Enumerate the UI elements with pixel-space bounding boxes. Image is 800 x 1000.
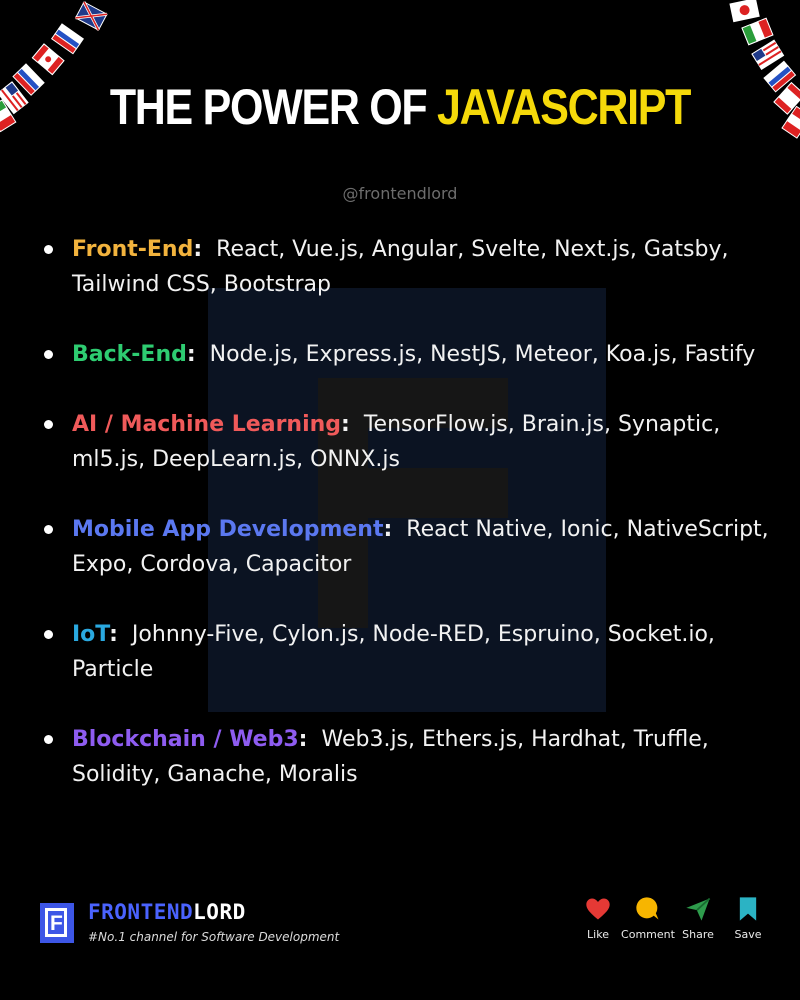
bookmark-icon: [739, 897, 757, 921]
heart-icon: [586, 898, 610, 920]
bullet-icon: [44, 735, 53, 744]
technologies-text: Node.js, Express.js, NestJS, Meteor, Koa…: [209, 342, 756, 367]
author-handle: @frontendlord: [342, 184, 458, 203]
category-label: IoT: [72, 622, 110, 647]
brand-logo: F: [40, 903, 74, 943]
bullet-icon: [44, 245, 53, 254]
category-colon: :: [341, 412, 350, 437]
category-colon: :: [193, 237, 203, 262]
bullet-icon: [44, 525, 53, 534]
category-label: Blockchain / Web3: [72, 727, 299, 752]
list-item: IoT: Johnny-Five, Cylon.js, Node-RED, Es…: [40, 617, 780, 687]
category-colon: :: [383, 517, 393, 542]
list-item: Back-End: Node.js, Express.js, NestJS, M…: [40, 337, 780, 372]
category-label: Front-End: [72, 237, 194, 262]
share-button[interactable]: Share: [676, 895, 720, 941]
title-white-part: THE POWER OF: [109, 79, 428, 135]
category-label: Mobile App Development: [72, 517, 384, 542]
category-colon: :: [186, 342, 196, 367]
brand-tagline: #No.1 channel for Software Development: [88, 930, 340, 944]
category-label: AI / Machine Learning: [72, 412, 342, 437]
save-button[interactable]: Save: [726, 895, 770, 941]
social-actions: Like Comment Share Save: [576, 895, 770, 941]
save-label: Save: [734, 928, 762, 941]
brand-name-part1: FRONTEND: [88, 900, 194, 924]
title-yellow-part: JAVASCRIPT: [437, 79, 691, 135]
category-colon: :: [109, 622, 118, 647]
bullet-icon: [44, 420, 53, 429]
page-title: THE POWER OF JAVASCRIPT: [56, 78, 744, 136]
bullet-icon: [44, 350, 53, 359]
comment-icon: [636, 897, 659, 920]
bullet-icon: [44, 630, 53, 639]
brand-logo-letter: F: [50, 912, 63, 935]
share-label: Share: [682, 928, 714, 941]
list-item: Mobile App Development: React Native, Io…: [40, 512, 780, 582]
comment-label: Comment: [621, 928, 675, 941]
brand-name-part2: LORD: [193, 900, 246, 924]
technology-list: Front-End: React, Vue.js, Angular, Svelt…: [40, 232, 780, 827]
brand-name: FRONTENDLORD: [88, 900, 246, 924]
category-colon: :: [298, 727, 308, 752]
category-label: Back-End: [72, 342, 187, 367]
technologies-text: Johnny-Five, Cylon.js, Node-RED, Espruin…: [72, 622, 715, 682]
list-item: AI / Machine Learning: TensorFlow.js, Br…: [40, 407, 780, 477]
share-icon: [686, 897, 711, 921]
list-item: Blockchain / Web3: Web3.js, Ethers.js, H…: [40, 722, 780, 792]
like-button[interactable]: Like: [576, 895, 620, 941]
list-item: Front-End: React, Vue.js, Angular, Svelt…: [40, 232, 780, 302]
like-label: Like: [587, 928, 609, 941]
comment-button[interactable]: Comment: [621, 895, 675, 941]
